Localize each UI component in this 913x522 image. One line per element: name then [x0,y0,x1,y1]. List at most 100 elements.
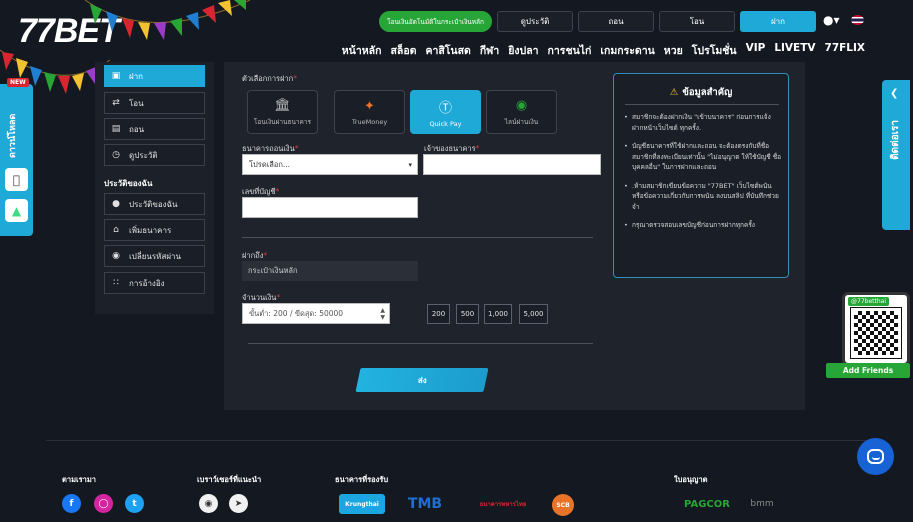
android-icon[interactable]: ▲ [5,199,28,222]
nav-item[interactable]: หวย [664,42,683,59]
contact-bar[interactable]: ❮ ติดต่อเรา [882,80,910,230]
logo[interactable]: 77BET [18,12,120,51]
sidebar-item-withdraw[interactable]: ▤ ถอน [104,118,205,140]
divider [625,104,779,105]
profile-heading: ประวัติของฉัน [104,179,153,188]
transfer-icon: ⇄ [112,98,120,108]
withdraw-button[interactable]: ถอน [578,11,654,32]
nav-item[interactable]: การชนไก่ [548,42,592,59]
contact-label: ติดต่อเรา [890,120,901,160]
phone-frame: @77betthai [842,292,910,366]
nav-item[interactable]: 77FLIX [825,42,865,59]
sidebar-item-deposit[interactable]: ▣ ฝาก [104,65,205,87]
quick-amount-button[interactable]: 200 [427,304,450,324]
submit-button[interactable]: ส่ง [355,368,489,392]
sidebar-item-add-bank[interactable]: ⌂ เพิ่มธนาคาร [104,219,205,241]
facebook-icon[interactable]: f [62,494,81,513]
method-label: ตัวเลือกการฝาก* [242,74,297,83]
line-qr-card[interactable]: @77betthai Add Friends [826,292,910,380]
chrome-icon[interactable]: ◉ [199,494,218,513]
thai-flag-icon[interactable] [851,15,864,25]
method-line-pay[interactable]: ◉ ไลน์ผ่านเงิน [486,90,557,134]
amount-input[interactable]: ขั้นต่ำ: 200 / ขีดสุด: 50000 ▲ ▼ [242,303,390,324]
method-truemoney[interactable]: ✦ TrueMoney [334,90,405,134]
krungthai-logo: Krungthai [339,494,385,514]
license-heading: ใบอนุญาต [674,475,708,484]
sidebar-item-transfer[interactable]: ⇄ โอน [104,92,205,114]
referral-icon: ∷ [113,278,119,288]
add-friends-button[interactable]: Add Friends [826,363,910,378]
notice-item: บัญชีธนาคารที่ใช้ฝากและถอน จะต้องตรงกับท… [624,141,782,173]
auto-transfer-button[interactable]: โอนเงินอัตโนมัติในกระเป๋าเงินหลัก [379,11,492,32]
download-bar[interactable]: NEW ดาวน์โหลด  ▲ [0,78,33,236]
nav-item[interactable]: เกมกระดาน [600,42,654,59]
deposit-button[interactable]: ฝาก [740,11,816,32]
sidebar-item-label: ถอน [129,124,145,134]
tmb-logo: TMB [407,496,443,512]
bank-select-value: โปรดเลือก... [249,159,291,169]
deposit-panel: ตัวเลือกการฝาก* 🏛 โอนเงินผ่านธนาคาร ✦ Tr… [224,62,805,410]
notice-item: สมาชิกจะต้องฝากเงิน "เข้าบนาคาร" ก่อนการ… [624,112,782,133]
sidebar-item-label: ดูประวัติ [129,150,158,160]
quick-amount-button[interactable]: 500 [456,304,479,324]
new-badge: NEW [7,78,29,87]
live-chat-button[interactable] [857,438,894,475]
chat-icon [867,449,884,464]
notice-item: กรุณาตรวจสอบเลขบัญชีก่อนการฝากทุกครั้ง [624,220,782,231]
line-handle: @77betthai [848,297,889,306]
twitter-icon[interactable]: t [125,494,144,513]
pagcor-logo: PAGCOR [684,498,730,510]
lock-icon: ◉ [112,251,120,261]
sidebar-item-history[interactable]: ◷ ดูประวัติ [104,144,205,166]
method-label-text: Quick Pay [429,119,462,128]
important-notice: ⚠ข้อมูลสำคัญ สมาชิกจะต้องฝากเงิน "เข้าบน… [613,73,789,278]
sidebar-item-label: ประวัติของฉัน [129,199,178,209]
safari-icon[interactable]: ➤ [229,494,248,513]
bank-icon: ⌂ [113,225,119,235]
nav-item[interactable]: VIP [746,42,766,59]
nav-item[interactable]: LIVETV [774,42,815,59]
transfer-button[interactable]: โอน [659,11,735,32]
deposit-to-field: กระเป๋าเงินหลัก [242,261,418,281]
divider [242,237,593,238]
sidebar-item-change-password[interactable]: ◉ เปลี่ยนรหัสผ่าน [104,245,205,267]
nav-item[interactable]: ยิงปลา [508,42,538,59]
chevron-left-icon: ❮ [890,88,899,99]
history-button[interactable]: ดูประวัติ [497,11,573,32]
sidebar-item-label: การอ้างอิง [129,278,165,288]
method-quick-pay[interactable]: Ⓣ Quick Pay [410,90,481,134]
follow-heading: ตามเรามา [62,475,96,484]
atm-icon: ▤ [111,124,121,134]
sidebar-item-label: ฝาก [129,71,144,81]
method-bank-transfer[interactable]: 🏛 โอนเงินผ่านธนาคาร [247,90,318,134]
browser-heading: เบราว์เซอร์ที่แนะนำ [197,475,262,484]
sidebar-item-label: เพิ่มธนาคาร [129,225,172,235]
person-icon: ● [112,199,120,209]
apple-icon[interactable]:  [5,168,28,191]
instagram-icon[interactable]: ◯ [94,494,113,513]
scb-logo: SCB [552,494,574,516]
quick-amount-button[interactable]: 1,000 [484,304,512,324]
nav-item[interactable]: โปรโมชั่น [692,42,737,59]
nav-item[interactable]: คาสิโนสด [425,42,470,59]
chevron-down-icon: ▾ [408,160,412,169]
nav-item[interactable]: กีฬา [480,42,499,59]
sidebar-item-profile[interactable]: ● ประวัติของฉัน [104,193,205,215]
sidebar-item-label: เปลี่ยนรหัสผ่าน [129,251,181,261]
notice-list: สมาชิกจะต้องฝากเงิน "เข้าบนาคาร" ก่อนการ… [624,112,782,239]
user-icon[interactable]: ●▾ [823,13,840,27]
stepper-icon[interactable]: ▲ ▼ [380,307,385,321]
sidebar-item-referral[interactable]: ∷ การอ้างอิง [104,272,205,294]
divider [248,343,593,344]
bank-select[interactable]: โปรดเลือก... ▾ [242,154,418,175]
notice-title: ⚠ ข้อมูลสำคัญ [669,87,733,98]
quick-amount-button[interactable]: 5,000 [519,304,548,324]
owner-input[interactable] [423,154,601,175]
nav-item[interactable]: สล็อต [390,42,416,59]
account-sidebar: ▣ ฝาก ⇄ โอน ▤ ถอน ◷ ดูประวัติ ประวัติของ… [95,62,214,314]
method-label-text: โอนเงินผ่านธนาคาร [253,117,312,126]
nav-item[interactable]: หน้าหลัก [342,42,382,59]
account-number-input[interactable] [242,197,418,218]
footer-divider [46,440,866,441]
wallet-icon: ▣ [111,71,121,81]
